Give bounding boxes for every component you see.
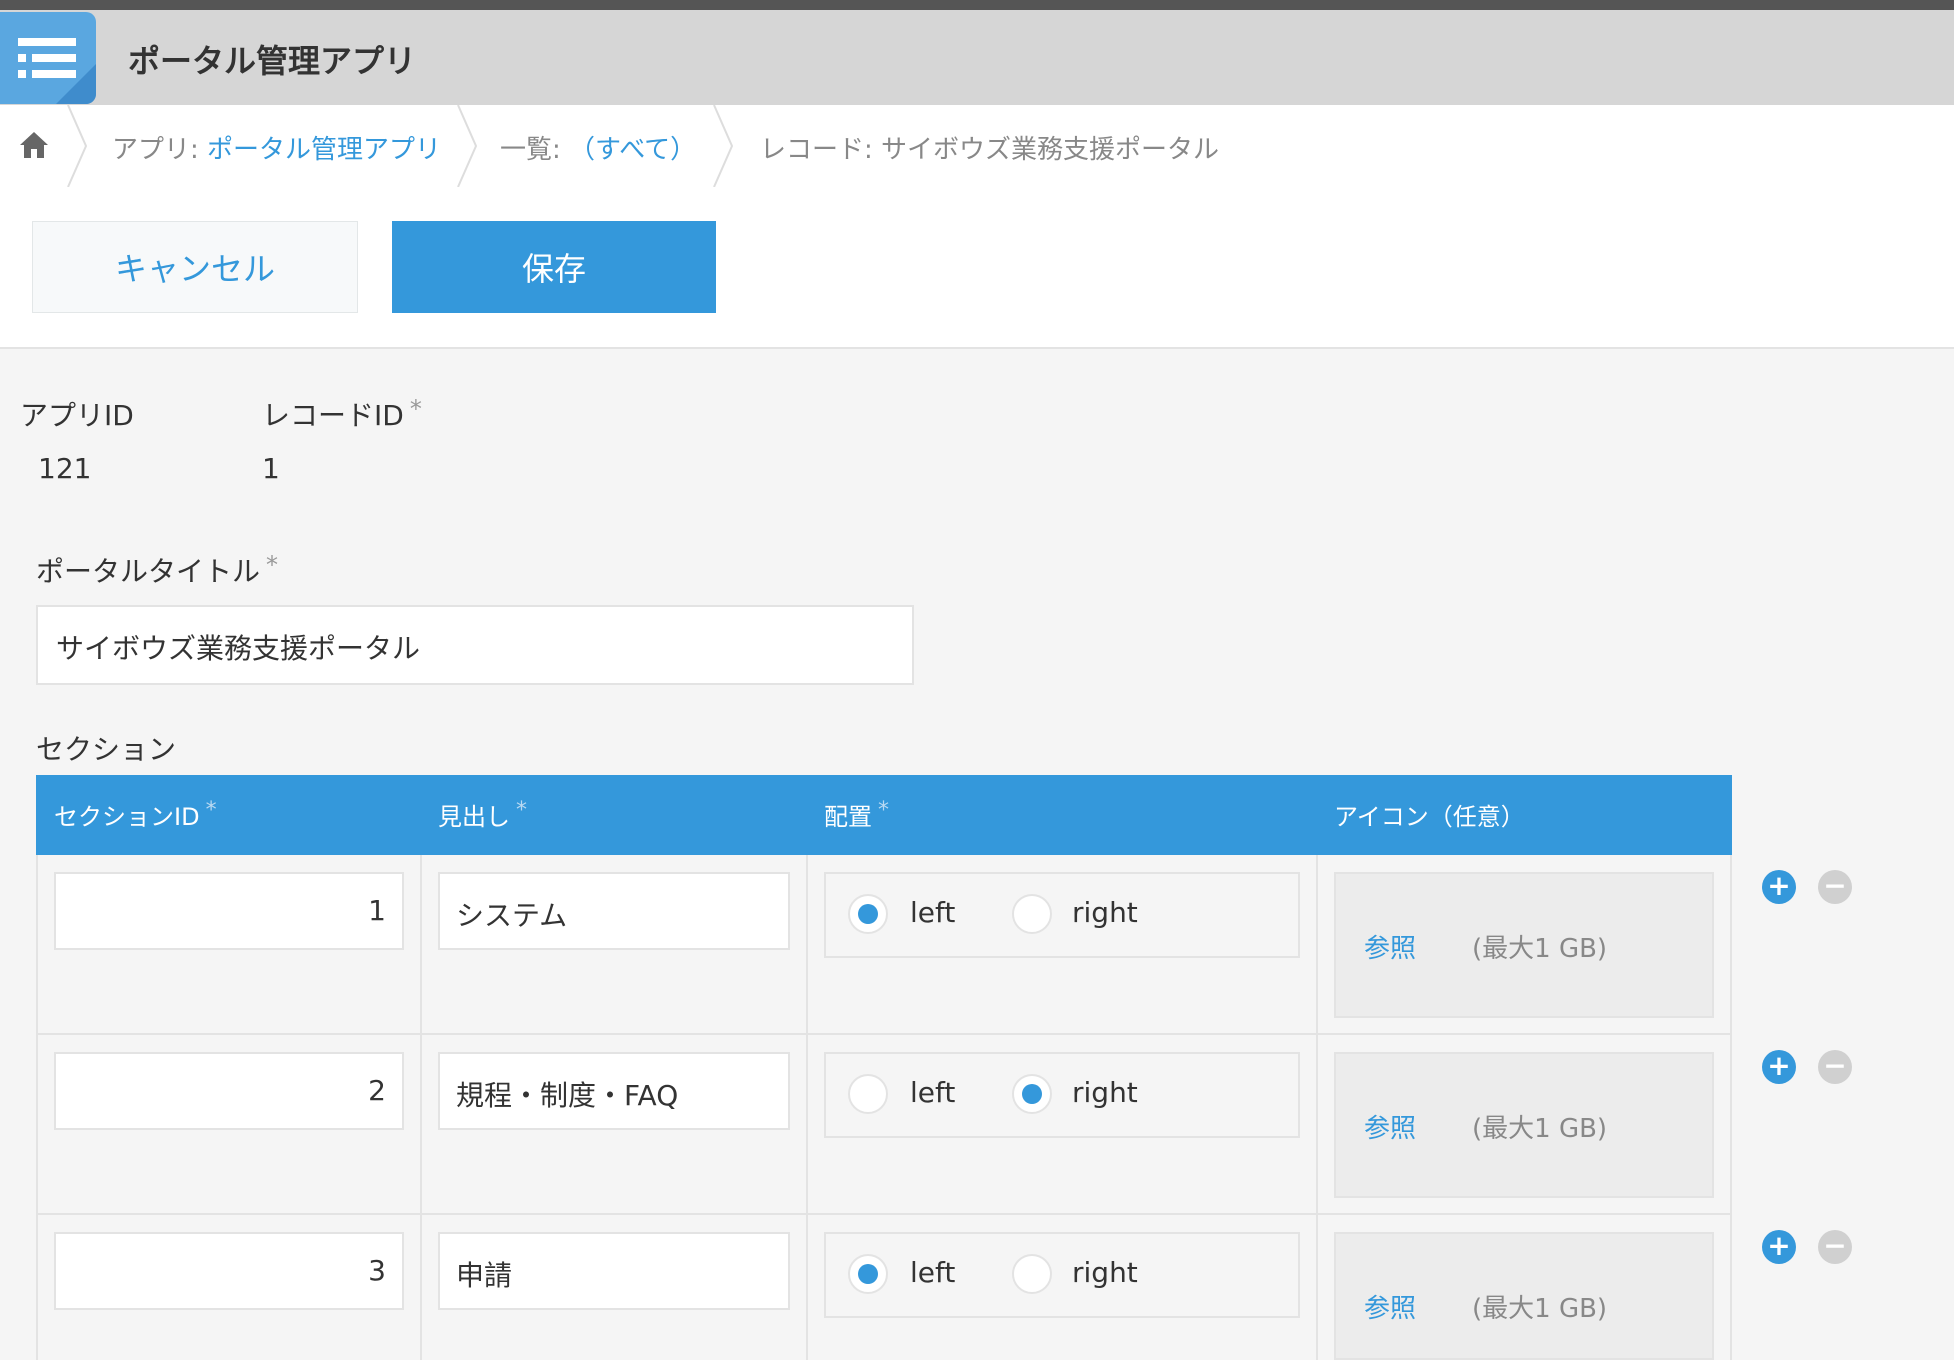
- remove-row-button[interactable]: −: [1818, 1230, 1852, 1264]
- radio-left[interactable]: [848, 1074, 888, 1114]
- breadcrumb-separator: [457, 105, 478, 187]
- required-mark: *: [409, 395, 422, 423]
- radio-left-label[interactable]: left: [910, 1256, 955, 1289]
- breadcrumb-list-prefix: 一覧:: [500, 135, 561, 165]
- breadcrumb-list: 一覧: （すべて）: [500, 129, 696, 166]
- placement-radio-group: left right: [824, 872, 1300, 958]
- browse-link[interactable]: 参照: [1364, 928, 1416, 965]
- remove-row-button[interactable]: −: [1818, 870, 1852, 904]
- breadcrumb-record: レコード: サイボウズ業務支援ポータル: [760, 135, 1220, 165]
- add-row-button[interactable]: +: [1762, 870, 1796, 904]
- icon-upload-box: 参照 (最大1 GB): [1334, 1232, 1714, 1360]
- radio-left-label[interactable]: left: [910, 1076, 955, 1109]
- radio-right[interactable]: [1012, 894, 1052, 934]
- browse-link[interactable]: 参照: [1364, 1288, 1416, 1325]
- breadcrumb: アプリ: ポータル管理アプリ 一覧: （すべて） レコード: サイボウズ業務支援…: [0, 105, 1954, 189]
- app-list-icon[interactable]: [0, 12, 96, 104]
- row-divider: [36, 1213, 1732, 1215]
- breadcrumb-app: アプリ: ポータル管理アプリ: [112, 129, 441, 166]
- section-table-header: セクションID * 見出し * 配置 * アイコン（任意）: [36, 775, 1732, 855]
- radio-right[interactable]: [1012, 1074, 1052, 1114]
- app-id-label: アプリID: [20, 399, 134, 432]
- section-id-input[interactable]: 2: [54, 1052, 404, 1130]
- column-divider: [1316, 855, 1318, 1360]
- heading-input[interactable]: システム: [438, 872, 790, 950]
- cancel-button[interactable]: キャンセル: [32, 221, 358, 313]
- placement-radio-group: left right: [824, 1232, 1300, 1318]
- section-id-input[interactable]: 3: [54, 1232, 404, 1310]
- heading-input[interactable]: 申請: [438, 1232, 790, 1310]
- breadcrumb-app-prefix: アプリ:: [112, 135, 199, 165]
- max-size-note: (最大1 GB): [1472, 1114, 1608, 1144]
- icon-upload-box: 参照 (最大1 GB): [1334, 1052, 1714, 1198]
- breadcrumb-separator: [713, 105, 734, 187]
- max-size-note: (最大1 GB): [1472, 1294, 1608, 1324]
- toolbar: キャンセル 保存: [0, 187, 1954, 349]
- app-id-value: 121: [38, 452, 92, 485]
- breadcrumb-app-link[interactable]: ポータル管理アプリ: [207, 135, 441, 165]
- header-icon: アイコン（任意）: [1334, 803, 1525, 831]
- remove-row-button[interactable]: −: [1818, 1050, 1852, 1084]
- section-id-input[interactable]: 1: [54, 872, 404, 950]
- radio-right-label[interactable]: right: [1072, 1256, 1138, 1289]
- record-id-value: 1: [262, 452, 280, 485]
- column-divider: [1730, 855, 1732, 1360]
- save-button[interactable]: 保存: [392, 221, 716, 313]
- radio-left[interactable]: [848, 1254, 888, 1294]
- portal-title-label: ポータルタイトル *: [36, 551, 279, 588]
- header-heading: 見出し *: [438, 798, 527, 831]
- record-id-label: レコードID *: [262, 395, 422, 432]
- section-label: セクション: [36, 733, 177, 766]
- portal-title-input[interactable]: サイボウズ業務支援ポータル: [36, 605, 914, 685]
- breadcrumb-list-link[interactable]: （すべて）: [569, 135, 696, 165]
- required-mark: *: [266, 551, 279, 579]
- add-row-button[interactable]: +: [1762, 1230, 1796, 1264]
- home-icon[interactable]: [18, 129, 50, 161]
- breadcrumb-separator: [67, 105, 88, 187]
- placement-radio-group: left right: [824, 1052, 1300, 1138]
- heading-input[interactable]: 規程・制度・FAQ: [438, 1052, 790, 1130]
- max-size-note: (最大1 GB): [1472, 934, 1608, 964]
- browse-link[interactable]: 参照: [1364, 1108, 1416, 1145]
- radio-left[interactable]: [848, 894, 888, 934]
- icon-upload-box: 参照 (最大1 GB): [1334, 872, 1714, 1018]
- radio-right-label[interactable]: right: [1072, 1076, 1138, 1109]
- radio-right[interactable]: [1012, 1254, 1052, 1294]
- row-divider: [36, 1033, 1732, 1035]
- top-strip: [0, 0, 1954, 10]
- app-title: ポータル管理アプリ: [128, 42, 417, 80]
- header-section-id: セクションID *: [54, 798, 217, 831]
- header-placement: 配置 *: [824, 798, 889, 831]
- radio-left-label[interactable]: left: [910, 896, 955, 929]
- radio-right-label[interactable]: right: [1072, 896, 1138, 929]
- add-row-button[interactable]: +: [1762, 1050, 1796, 1084]
- column-divider: [806, 855, 808, 1360]
- column-divider: [420, 855, 422, 1360]
